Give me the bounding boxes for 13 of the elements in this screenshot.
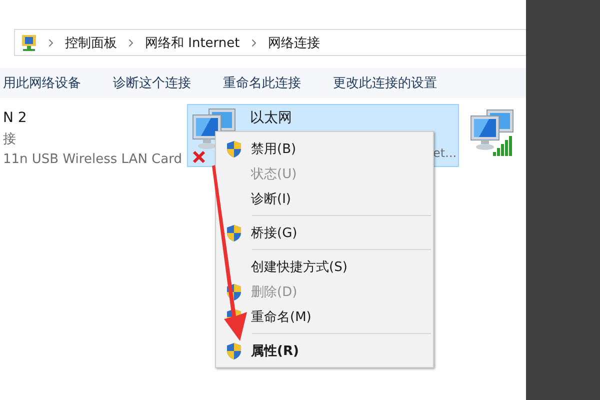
menu-item-label: 状态(U) (251, 166, 297, 182)
menu-item-label: 诊断(I) (251, 190, 291, 208)
menu-item-label: 重命名(M) (251, 308, 312, 326)
menu-item-label: 删除(D) (251, 284, 298, 300)
connection-name: 以太网 (250, 109, 294, 127)
menu-item-label: 属性(R) (251, 342, 299, 360)
menu-item-label: 禁用(B) (251, 140, 296, 158)
connection-name: N 2 (3, 110, 28, 126)
connection-status: 接 (3, 131, 17, 148)
menu-item-label: 桥接(G) (251, 224, 298, 242)
adapter-name: 11n USB Wireless LAN Card (3, 152, 183, 167)
menu-item-label: 创建快捷方式(S) (251, 258, 348, 276)
adapter-name: et... (433, 146, 457, 160)
